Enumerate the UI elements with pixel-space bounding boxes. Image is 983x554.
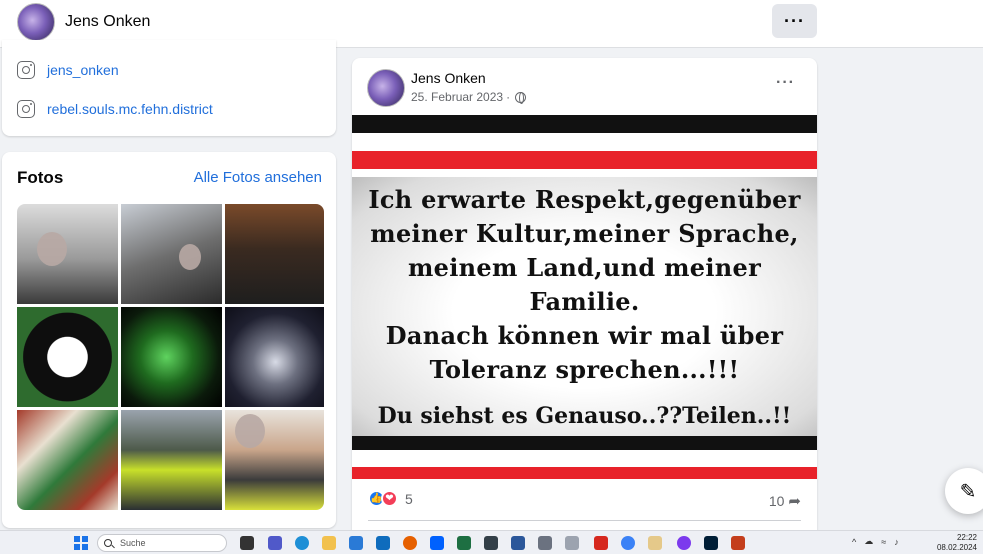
instagram-link[interactable]: jens_onken bbox=[47, 62, 119, 78]
compose-message-button[interactable]: ✎ bbox=[945, 468, 983, 514]
edge-icon[interactable] bbox=[295, 536, 309, 550]
teams-icon[interactable] bbox=[268, 536, 282, 550]
sign-panel: Ich erwarte Respekt,gegenüber meiner Kul… bbox=[352, 177, 817, 447]
photo-thumbnail[interactable] bbox=[121, 307, 222, 407]
edit-icon: ✎ bbox=[959, 480, 977, 503]
instagram-link-row-2[interactable]: rebel.souls.mc.fehn.district bbox=[17, 100, 213, 118]
share-count[interactable]: 10 bbox=[769, 493, 785, 509]
photo-thumbnail[interactable] bbox=[17, 204, 118, 304]
sign-line: meiner Kultur,meiner Sprache, bbox=[370, 219, 799, 248]
instagram-link[interactable]: rebel.souls.mc.fehn.district bbox=[47, 101, 213, 117]
divider bbox=[368, 520, 801, 521]
store-icon[interactable] bbox=[349, 536, 363, 550]
acrobat-icon[interactable] bbox=[594, 536, 608, 550]
post-timestamp[interactable]: 25. Februar 2023 · bbox=[411, 90, 527, 104]
photo-thumbnail[interactable] bbox=[225, 410, 324, 510]
black-stripe bbox=[352, 436, 817, 450]
red-stripe bbox=[352, 151, 817, 169]
red-stripe bbox=[352, 467, 817, 479]
photo-thumbnail[interactable] bbox=[17, 307, 118, 407]
sign-line: Familie. bbox=[529, 287, 640, 316]
powerpoint-icon[interactable] bbox=[731, 536, 745, 550]
system-tray[interactable]: ^ ☁ ≈ ♪ bbox=[852, 536, 899, 547]
cloud-icon[interactable]: ☁ bbox=[864, 536, 873, 547]
sign-last-line: Du siehst es Genauso..??Teilen..!! bbox=[377, 403, 792, 429]
calculator-icon[interactable] bbox=[538, 536, 552, 550]
mail-icon[interactable] bbox=[376, 536, 390, 550]
firefox-icon[interactable] bbox=[403, 536, 417, 550]
taskbar-clock[interactable]: 22:22 08.02.2024 bbox=[937, 533, 977, 553]
word-icon[interactable] bbox=[511, 536, 525, 550]
app-icon[interactable] bbox=[648, 536, 662, 550]
profile-avatar[interactable] bbox=[17, 3, 55, 41]
photos-grid bbox=[17, 204, 324, 510]
search-icon bbox=[104, 539, 112, 547]
post-image[interactable]: Ich erwarte Respekt,gegenüber meiner Kul… bbox=[352, 115, 817, 481]
photo-thumbnail[interactable] bbox=[121, 204, 222, 304]
share-icon: ➦ bbox=[788, 493, 801, 510]
sign-text: Ich erwarte Respekt,gegenüber meiner Kul… bbox=[352, 183, 817, 387]
instagram-link-row-1[interactable]: jens_onken bbox=[17, 61, 119, 79]
excel-icon[interactable] bbox=[457, 536, 471, 550]
clock-date: 08.02.2024 bbox=[936, 543, 977, 552]
app-icon[interactable] bbox=[621, 536, 635, 550]
wifi-icon[interactable]: ≈ bbox=[881, 537, 886, 547]
dropbox-icon[interactable] bbox=[430, 536, 444, 550]
taskbar-search[interactable]: Suche bbox=[97, 534, 227, 552]
profile-name[interactable]: Jens Onken bbox=[65, 13, 150, 31]
windows-taskbar: Suche ^ ☁ ≈ ♪ 22:22 08.02.2024 bbox=[0, 530, 983, 554]
sign-line: meinem Land,und meiner bbox=[407, 253, 762, 282]
reactions-summary[interactable]: 👍 ❤ 5 bbox=[368, 490, 413, 507]
taskbar-search-label: Suche bbox=[120, 538, 146, 548]
sign-line: Ich erwarte Respekt,gegenüber bbox=[368, 185, 801, 214]
app-icon[interactable] bbox=[677, 536, 691, 550]
volume-icon[interactable]: ♪ bbox=[894, 537, 899, 547]
chevron-up-icon[interactable]: ^ bbox=[852, 537, 856, 547]
photos-card: Fotos Alle Fotos ansehen bbox=[2, 152, 336, 528]
post-author-avatar[interactable] bbox=[367, 69, 405, 107]
photo-thumbnail[interactable] bbox=[17, 410, 118, 510]
photoshop-icon[interactable] bbox=[704, 536, 718, 550]
post-author-name[interactable]: Jens Onken bbox=[411, 70, 486, 86]
instagram-icon bbox=[17, 61, 35, 79]
task-view-icon[interactable] bbox=[240, 536, 254, 550]
instagram-icon bbox=[17, 100, 35, 118]
photo-thumbnail[interactable] bbox=[225, 204, 324, 304]
intro-card: jens_onken rebel.souls.mc.fehn.district bbox=[2, 40, 336, 136]
post-card: Jens Onken 25. Februar 2023 · ··· Ich er… bbox=[352, 58, 817, 538]
clock-time: 22:22 bbox=[956, 533, 977, 542]
file-explorer-icon[interactable] bbox=[322, 536, 336, 550]
love-icon: ❤ bbox=[381, 490, 398, 507]
windows-start-icon[interactable] bbox=[74, 536, 88, 550]
photos-title: Fotos bbox=[17, 168, 64, 187]
sign-line: Danach können wir mal über bbox=[385, 321, 784, 350]
photo-thumbnail[interactable] bbox=[225, 307, 324, 407]
see-all-photos-link[interactable]: Alle Fotos ansehen bbox=[194, 169, 322, 186]
reaction-count[interactable]: 5 bbox=[405, 491, 413, 507]
post-more-button[interactable]: ··· bbox=[776, 74, 795, 92]
more-options-button[interactable]: ··· bbox=[772, 4, 817, 38]
black-stripe bbox=[352, 115, 817, 133]
globe-icon bbox=[515, 91, 527, 104]
sign-line: Toleranz sprechen...!!! bbox=[429, 355, 740, 384]
snipping-tool-icon[interactable] bbox=[565, 536, 579, 550]
share-summary[interactable]: 10 ➦ bbox=[769, 492, 801, 510]
separator-dot: · bbox=[506, 90, 511, 104]
app-icon[interactable] bbox=[484, 536, 498, 550]
photo-thumbnail[interactable] bbox=[121, 410, 222, 510]
post-date-text[interactable]: 25. Februar 2023 bbox=[411, 90, 503, 104]
